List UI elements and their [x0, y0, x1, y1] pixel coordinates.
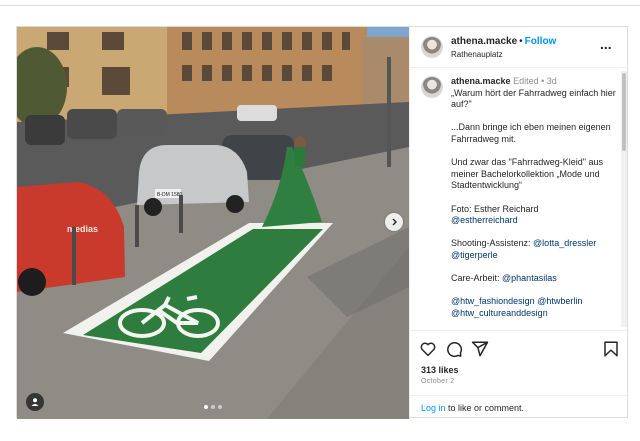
mention-link[interactable]: @lotta_dressler	[533, 238, 596, 248]
post-card: B-DM 1580 medias athena.macke • Follow R…	[16, 26, 629, 419]
photo-credit-label: Foto: Esther Reichard	[451, 203, 539, 214]
photo-scene: B-DM 1580 medias	[17, 27, 409, 419]
caption-avatar[interactable]	[421, 76, 443, 98]
caption-paragraph-2: ...Dann bringe ich eben meinen eigenen F…	[451, 122, 614, 144]
chevron-right-icon	[392, 218, 397, 226]
carousel-next-button[interactable]	[385, 213, 403, 231]
location-link[interactable]: Rathenauplatz	[451, 50, 503, 59]
caption-separator: •	[541, 76, 545, 86]
login-suffix: to like or comment.	[445, 403, 525, 413]
caption-paragraph-3: Und zwar das "Fahrradweg-Kleid" aus mein…	[451, 157, 606, 191]
mention-link[interactable]: @htwberlin	[537, 296, 582, 306]
carousel-dot	[211, 405, 215, 409]
carousel-dot	[204, 405, 208, 409]
caption-username[interactable]: athena.macke	[451, 76, 511, 86]
action-bar: 313 likes October 2 Log in to like or co…	[410, 330, 629, 417]
login-prompt: Log in to like or comment.	[410, 395, 629, 418]
license-plate: B-DM 1580	[157, 192, 183, 198]
more-options-button[interactable]: ...	[600, 36, 612, 52]
mention-link[interactable]: @htw_cultureanddesign	[451, 308, 548, 318]
mention-link[interactable]: @phantasilas	[502, 273, 557, 283]
like-count[interactable]: 313 likes	[421, 365, 459, 375]
mention-link[interactable]: @estherreichard	[451, 215, 518, 225]
assist-label: Shooting-Assistenz:	[451, 238, 534, 249]
post-side-panel: athena.macke • Follow Rathenauplatz ... at…	[409, 27, 629, 417]
post-date[interactable]: October 2	[421, 378, 454, 385]
share-icon[interactable]	[471, 340, 489, 358]
caption-area: athena.macke Edited • 3d „Warum hört der…	[410, 68, 629, 330]
top-border	[0, 0, 640, 6]
carousel-dot	[218, 405, 222, 409]
avatar[interactable]	[421, 36, 443, 58]
person-icon	[31, 398, 39, 406]
comment-icon[interactable]	[445, 340, 463, 358]
bookmark-icon[interactable]	[602, 340, 620, 358]
tagged-users-button[interactable]	[26, 393, 44, 411]
login-link[interactable]: Log in	[421, 403, 446, 413]
header-separator: •	[519, 36, 523, 47]
care-label: Care-Arbeit:	[451, 273, 503, 284]
mention-link[interactable]: @tigerperle	[451, 250, 498, 260]
time-ago[interactable]: 3d	[547, 76, 557, 86]
follow-button[interactable]: Follow	[525, 36, 557, 47]
post-header: athena.macke • Follow Rathenauplatz ...	[410, 27, 629, 68]
heart-icon[interactable]	[419, 340, 437, 358]
edited-label: Edited	[513, 76, 539, 86]
carousel-indicator	[204, 405, 222, 409]
mention-link[interactable]: @htw_fashiondesign	[451, 296, 535, 306]
scrollbar-thumb[interactable]	[622, 73, 626, 151]
car-lettering: medias	[67, 224, 98, 234]
header-username[interactable]: athena.macke	[451, 36, 517, 47]
post-photo: B-DM 1580 medias	[17, 27, 409, 419]
caption-text: athena.macke Edited • 3d „Warum hört der…	[451, 76, 619, 319]
caption-paragraph-1: „Warum hört der Fahrradweg einfach hier …	[451, 87, 619, 110]
